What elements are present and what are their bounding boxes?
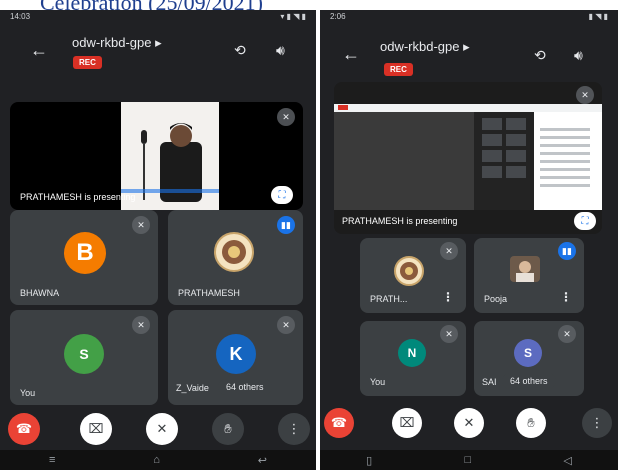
participant-name: You: [370, 377, 386, 387]
meeting-code[interactable]: odw-rkbd-gpe ▸: [380, 39, 470, 55]
status-time: 14:03: [10, 12, 31, 21]
participant-tile[interactable]: ▮▮ PRATHAMESH: [168, 210, 303, 305]
presentation-stage[interactable]: ✕ PRATHAMESH is presenting ⛶: [334, 82, 602, 234]
back-arrow-icon[interactable]: ←: [30, 40, 48, 61]
presentation-stage[interactable]: ✕ PRATHAMESH is presenting ⛶: [10, 102, 303, 210]
rec-badge: REC: [73, 56, 102, 69]
avatar: [510, 256, 540, 282]
left-phone-screen: 14:03 ▾ ▮ ◥ ▮ ← odw-rkbd-gpe ▸ REC ⟲ 🔊︎ …: [0, 10, 316, 470]
end-call-button[interactable]: ☎: [8, 413, 40, 445]
camera-off-button[interactable]: ⌧: [80, 413, 112, 445]
status-bar: 14:03 ▾ ▮ ◥ ▮: [0, 10, 316, 24]
right-phone-screen: 2:06 ▮ ◥ ▮ ← odw-rkbd-gpe ▸ REC ⟲ 🔊︎ ✕ P…: [320, 10, 618, 470]
participant-name: BHAWNA: [20, 288, 60, 298]
meeting-code[interactable]: odw-rkbd-gpe ▸: [72, 35, 162, 51]
speaker-icon[interactable]: 🔊︎: [574, 47, 583, 64]
more-vert-icon[interactable]: ⋮: [560, 290, 572, 304]
participant-name: PRATH...: [370, 294, 408, 304]
camera-off-button[interactable]: ⌧: [392, 408, 422, 438]
avatar: B: [64, 232, 106, 274]
mic-off-icon: ✕: [576, 86, 594, 104]
rec-badge: REC: [384, 63, 413, 76]
participant-tile[interactable]: ✕ PRATH... ⋮: [360, 238, 466, 313]
status-time: 2:06: [330, 12, 346, 21]
fullscreen-icon[interactable]: ⛶: [574, 212, 596, 230]
mic-off-button[interactable]: ✕: [146, 413, 178, 445]
avatar: [394, 256, 424, 286]
avatar: N: [398, 339, 426, 367]
back-arrow-icon[interactable]: ←: [342, 44, 360, 65]
mic-off-icon: ✕: [132, 316, 150, 334]
more-vert-icon[interactable]: ⋮: [442, 290, 454, 304]
participant-name: PRATHAMESH: [178, 288, 240, 298]
back-nav-icon[interactable]: ◁: [563, 454, 571, 467]
participant-name: SAI: [482, 377, 497, 387]
android-nav-bar: ▯ □ ◁: [320, 450, 618, 470]
participant-name: Pooja: [484, 294, 508, 304]
mic-off-icon: ✕: [277, 108, 295, 126]
status-icons: ▾ ▮ ◥ ▮: [280, 12, 306, 21]
raise-hand-button[interactable]: ✋︎: [212, 413, 244, 445]
menu-icon[interactable]: ≡: [49, 454, 55, 466]
status-icons: ▮ ◥ ▮: [588, 12, 608, 21]
speaker-icon[interactable]: 🔊︎: [276, 42, 285, 59]
camera-switch-icon[interactable]: ⟲: [234, 42, 246, 59]
more-vert-button[interactable]: ⋮: [582, 408, 612, 438]
others-count: 64 others: [218, 379, 272, 395]
avatar: S: [514, 339, 542, 367]
recent-apps-icon[interactable]: ▯: [366, 454, 372, 467]
camera-switch-icon[interactable]: ⟲: [534, 47, 546, 64]
home-icon[interactable]: □: [464, 454, 471, 466]
mic-off-icon: ✕: [558, 325, 576, 343]
participant-tile[interactable]: ✕ N You: [360, 321, 466, 396]
speaking-indicator-icon: ▮▮: [558, 242, 576, 260]
speaking-indicator-icon: ▮▮: [277, 216, 295, 234]
mic-off-icon: ✕: [277, 316, 295, 334]
others-count: 64 others: [502, 373, 556, 389]
mic-off-button[interactable]: ✕: [454, 408, 484, 438]
participant-tile[interactable]: ✕ K Z_Vaide 64 others: [168, 310, 303, 405]
mic-off-icon: ✕: [440, 242, 458, 260]
presenting-label: PRATHAMESH is presenting: [342, 216, 458, 226]
participant-tile[interactable]: ✕ B BHAWNA: [10, 210, 158, 305]
raise-hand-button[interactable]: ✋︎: [516, 408, 546, 438]
more-vert-button[interactable]: ⋮: [278, 413, 310, 445]
participant-tile[interactable]: ▮▮ Pooja ⋮: [474, 238, 584, 313]
participant-tile[interactable]: ✕ S You: [10, 310, 158, 405]
avatar: S: [64, 334, 104, 374]
back-nav-icon[interactable]: ↩: [258, 454, 267, 467]
participant-name: Z_Vaide: [176, 383, 209, 393]
participant-tile[interactable]: ✕ S SAI 64 others: [474, 321, 584, 396]
mic-off-icon: ✕: [440, 325, 458, 343]
shared-screen: [334, 104, 602, 210]
participant-name: You: [20, 388, 36, 398]
mic-off-icon: ✕: [132, 216, 150, 234]
fullscreen-icon[interactable]: ⛶: [271, 186, 293, 204]
android-nav-bar: ≡ ⌂ ↩: [0, 450, 316, 470]
status-bar: 2:06 ▮ ◥ ▮: [320, 10, 618, 24]
presenting-label: PRATHAMESH is presenting: [20, 192, 136, 202]
home-icon[interactable]: ⌂: [153, 454, 160, 466]
avatar: K: [216, 334, 256, 374]
end-call-button[interactable]: ☎: [324, 408, 354, 438]
avatar: [214, 232, 254, 272]
